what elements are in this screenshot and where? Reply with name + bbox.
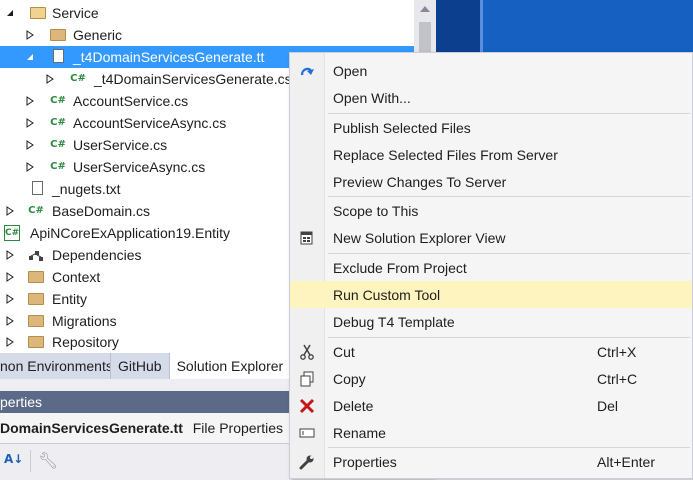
dependencies-icon xyxy=(28,247,44,263)
menu-item-scope-to-this[interactable]: Scope to This xyxy=(290,197,692,224)
collapsed-arrow-icon[interactable] xyxy=(24,24,36,46)
csharp-file-icon: C# xyxy=(50,117,66,128)
tree-item-label: Generic xyxy=(73,27,123,43)
menu-item-open[interactable]: Open xyxy=(290,57,692,84)
expanded-arrow-icon[interactable] xyxy=(24,46,36,68)
menu-item-preview-changes[interactable]: Preview Changes To Server xyxy=(290,168,692,195)
collapsed-arrow-icon[interactable] xyxy=(4,200,16,222)
csharp-file-icon: C# xyxy=(50,95,66,106)
collapsed-arrow-icon[interactable] xyxy=(4,244,16,266)
shortcut-label: Ctrl+X xyxy=(597,344,637,360)
menu-item-replace-selected-files[interactable]: Replace Selected Files From Server xyxy=(290,141,692,168)
menu-item-debug-t4-template[interactable]: Debug T4 Template xyxy=(290,308,692,335)
collapsed-arrow-icon[interactable] xyxy=(24,112,36,134)
collapsed-arrow-icon[interactable] xyxy=(24,156,36,178)
menu-item-rename[interactable]: Rename xyxy=(290,419,692,446)
collapsed-arrow-icon[interactable] xyxy=(4,266,16,288)
rename-icon xyxy=(298,424,316,442)
tree-item-label: _t4DomainServicesGenerate.tt xyxy=(73,49,265,65)
csharp-file-icon: C# xyxy=(28,205,44,216)
collapsed-arrow-icon[interactable] xyxy=(24,90,36,112)
tab-solution-explorer[interactable]: Solution Explorer xyxy=(169,353,305,379)
tree-item-label: Service xyxy=(52,5,99,21)
menu-item-run-custom-tool[interactable]: Run Custom Tool xyxy=(290,281,692,308)
csharp-file-icon: C# xyxy=(50,161,66,172)
tab-github[interactable]: GitHub xyxy=(111,353,170,379)
collapsed-arrow-icon[interactable] xyxy=(4,288,16,310)
tree-item-generic-folder[interactable]: Generic xyxy=(0,24,436,46)
delete-x-icon xyxy=(298,397,316,415)
wrench-icon[interactable]: 🔧︎ xyxy=(38,451,58,471)
properties-title: perties xyxy=(0,394,43,410)
folder-open-icon xyxy=(30,7,46,19)
menu-item-properties[interactable]: Properties Alt+Enter xyxy=(290,448,692,475)
context-menu: Open Open With... Publish Selected Files… xyxy=(289,52,693,479)
sort-alphabetical-icon[interactable]: A↓ xyxy=(4,452,23,466)
scissors-icon xyxy=(298,343,316,361)
file-icon xyxy=(53,49,64,63)
tree-item-label: UserService.cs xyxy=(73,137,168,153)
shortcut-label: Del xyxy=(597,398,619,414)
menu-item-cut[interactable]: Cut Ctrl+X xyxy=(290,338,692,365)
new-view-icon xyxy=(298,229,316,247)
collapsed-arrow-icon[interactable] xyxy=(4,331,16,353)
menu-item-open-with[interactable]: Open With... xyxy=(290,84,692,111)
collapsed-arrow-icon[interactable] xyxy=(44,68,56,90)
folder-icon xyxy=(28,315,44,327)
tree-item-label: Repository xyxy=(52,334,119,350)
menu-item-publish-selected-files[interactable]: Publish Selected Files xyxy=(290,114,692,141)
menu-item-copy[interactable]: Copy Ctrl+C xyxy=(290,365,692,392)
tab-environments[interactable]: non Environments xyxy=(0,353,111,379)
wrench-icon xyxy=(298,453,316,471)
tree-item-label: BaseDomain.cs xyxy=(52,203,151,219)
tree-item-label: Migrations xyxy=(52,313,117,329)
tree-item-label: Entity xyxy=(52,291,88,307)
properties-object-name: DomainServicesGenerate.tt xyxy=(0,420,183,436)
menu-item-exclude-from-project[interactable]: Exclude From Project xyxy=(290,254,692,281)
tree-item-label: UserServiceAsync.cs xyxy=(73,159,206,175)
folder-icon xyxy=(50,29,66,41)
menu-item-new-solution-explorer-view[interactable]: New Solution Explorer View xyxy=(290,224,692,251)
copy-icon xyxy=(298,370,316,388)
collapsed-arrow-icon[interactable] xyxy=(4,310,16,332)
open-arrow-icon xyxy=(298,62,316,80)
tree-item-label: _t4DomainServicesGenerate.cs xyxy=(94,71,292,87)
tree-item-service-folder[interactable]: Service xyxy=(0,2,436,24)
shortcut-label: Alt+Enter xyxy=(597,454,655,470)
folder-icon xyxy=(28,293,44,305)
properties-object-type: File Properties xyxy=(192,420,284,436)
tree-item-label: ApiNCoreExApplication19.Entity xyxy=(30,225,230,241)
csharp-file-icon: C# xyxy=(50,139,66,150)
tree-item-label: AccountService.cs xyxy=(73,93,189,109)
tree-item-label: Context xyxy=(52,269,101,285)
tree-item-label: AccountServiceAsync.cs xyxy=(73,115,227,131)
folder-icon xyxy=(28,336,44,348)
menu-item-delete[interactable]: Delete Del xyxy=(290,392,692,419)
shortcut-label: Ctrl+C xyxy=(597,371,638,387)
scroll-up-arrow-icon[interactable] xyxy=(420,6,430,12)
tree-item-label: _nugets.txt xyxy=(52,181,121,197)
csharp-file-icon: C# xyxy=(70,73,86,84)
text-file-icon xyxy=(32,181,43,195)
folder-icon xyxy=(28,271,44,283)
tree-item-label: Dependencies xyxy=(52,247,142,263)
expanded-arrow-icon[interactable] xyxy=(4,2,16,24)
csharp-project-icon: C# xyxy=(4,225,20,241)
collapsed-arrow-icon[interactable] xyxy=(24,134,36,156)
